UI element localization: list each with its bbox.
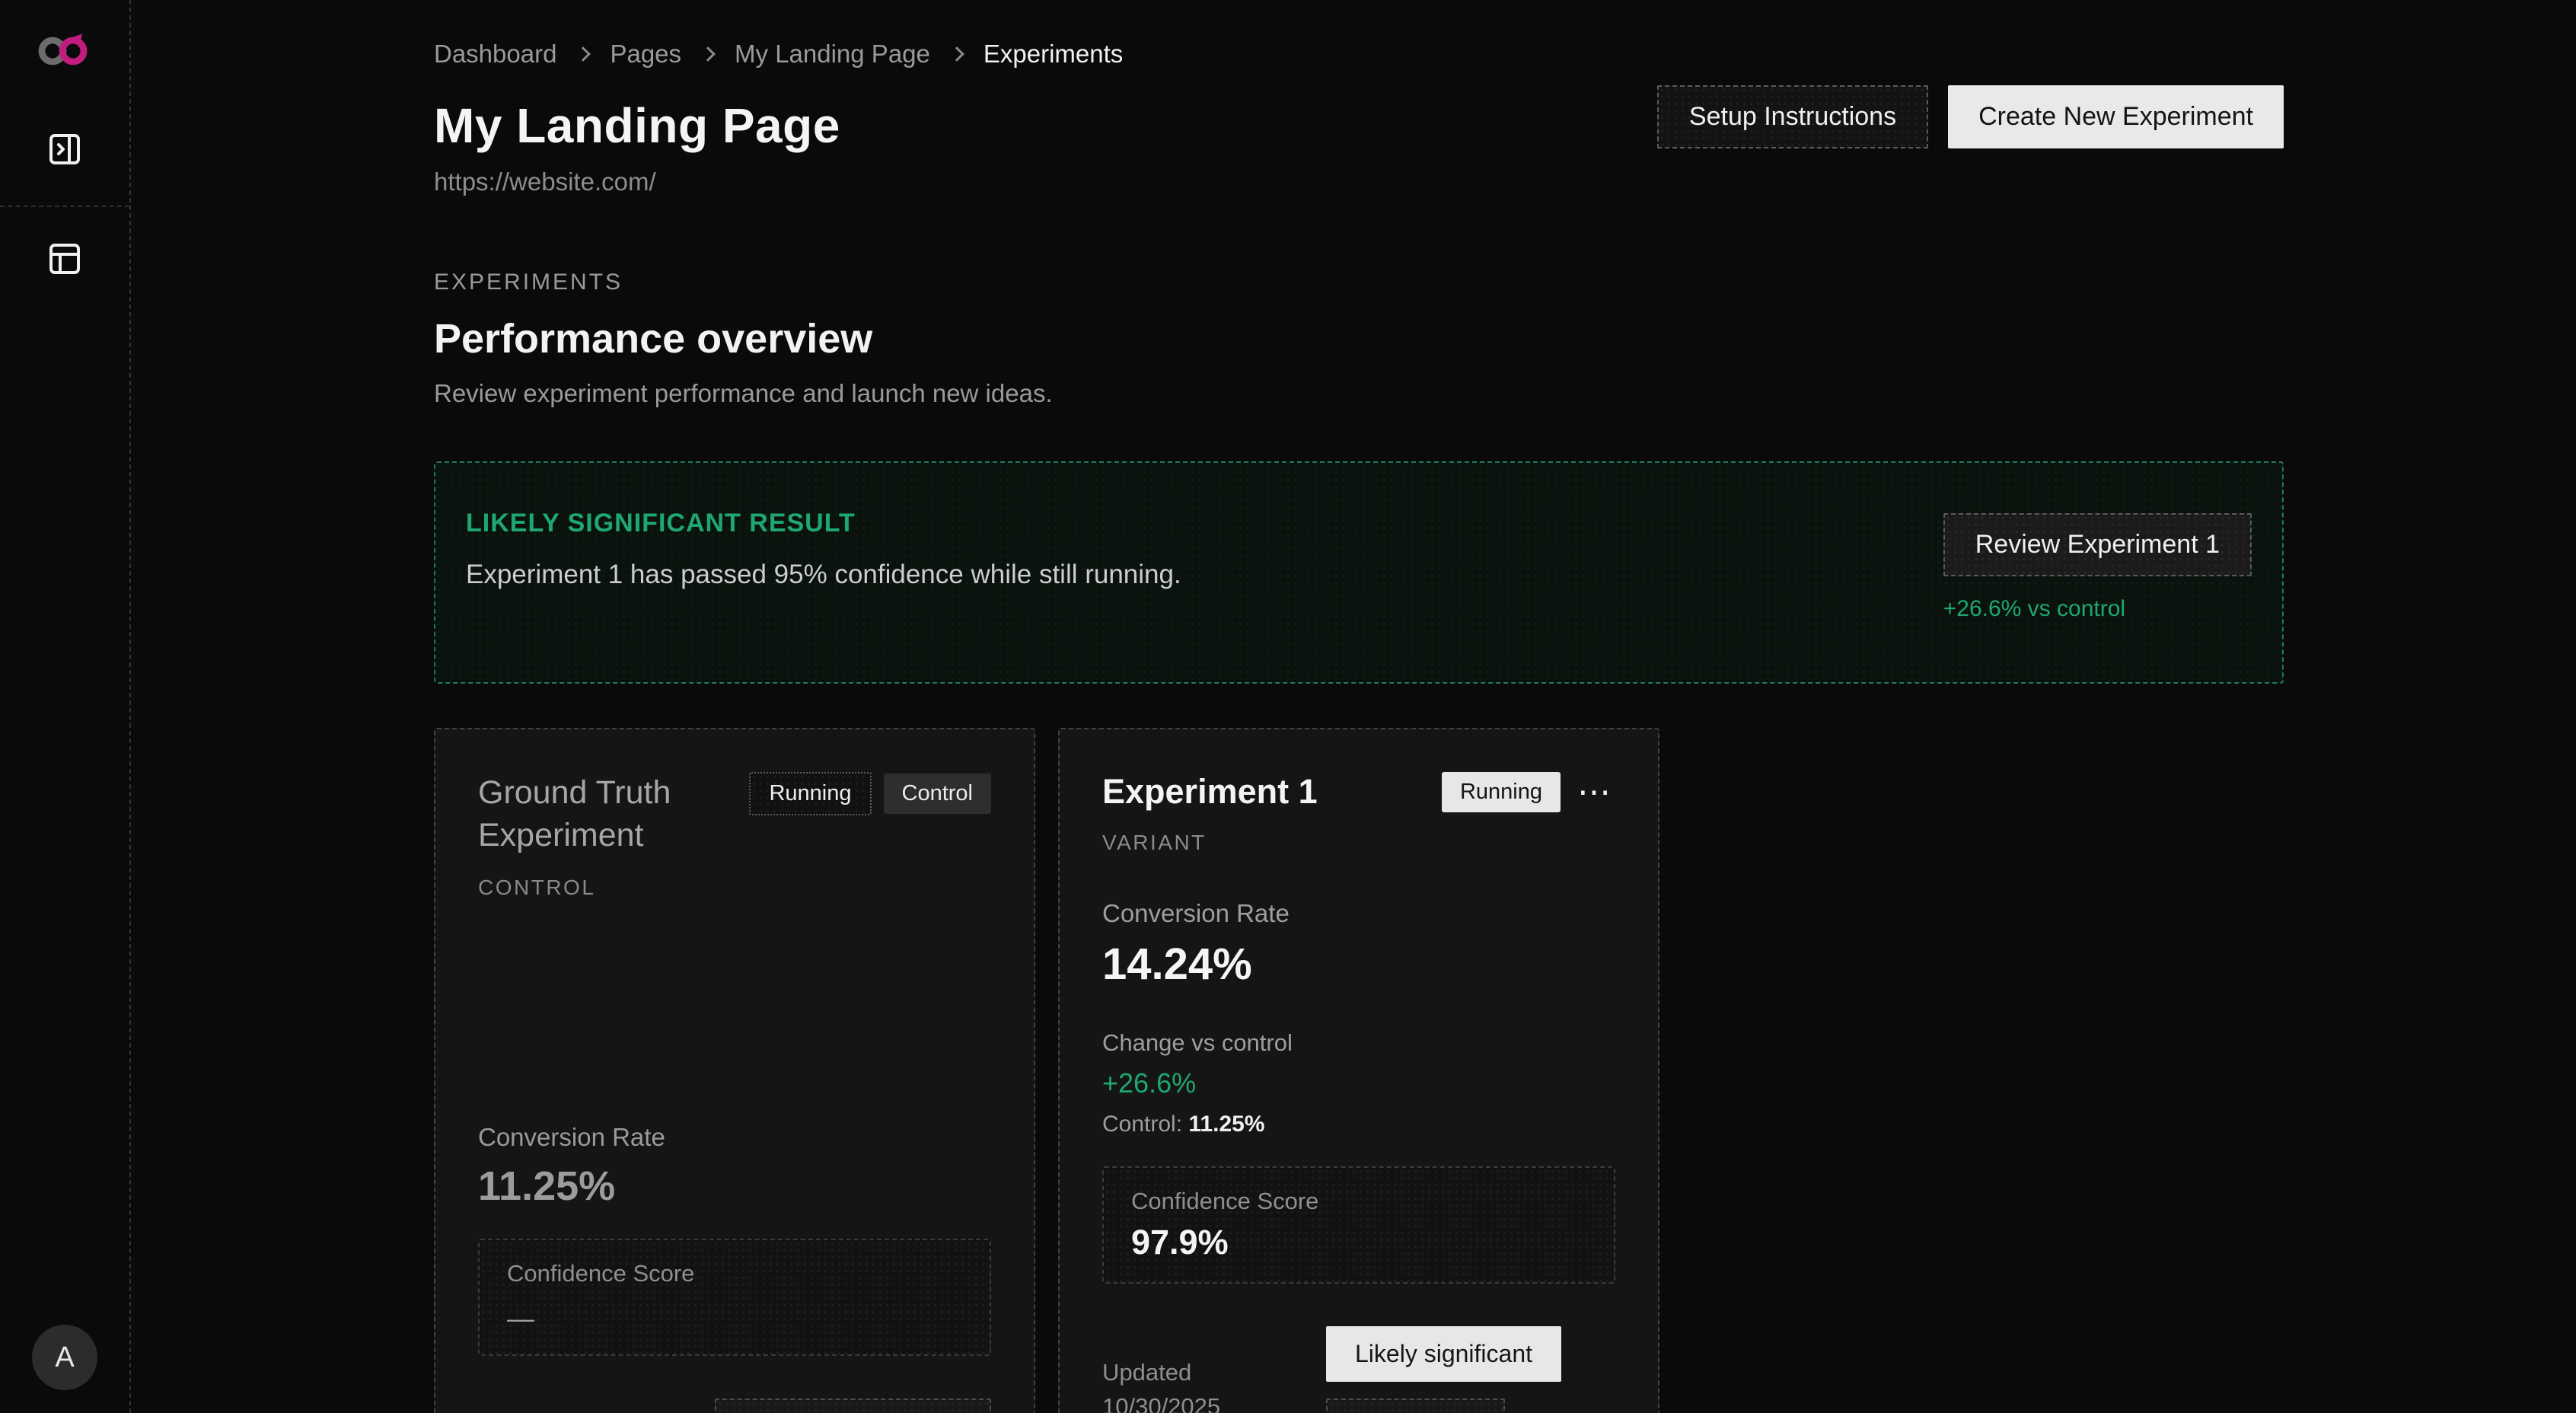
brand-logo[interactable]	[36, 30, 94, 69]
running-status-badge: Running	[1442, 772, 1561, 812]
banner-description: Experiment 1 has passed 95% confidence w…	[466, 560, 1181, 590]
breadcrumb-my-landing-page[interactable]: My Landing Page	[735, 40, 930, 69]
chevron-right-icon	[949, 46, 964, 62]
create-new-experiment-button[interactable]: Create New Experiment	[1948, 85, 2284, 148]
sidebar-item-pages[interactable]	[40, 234, 89, 283]
conversion-rate-label: Conversion Rate	[1102, 899, 1615, 928]
sidebar: A	[0, 0, 131, 1413]
conversion-rate-value: 14.24%	[1102, 939, 1615, 990]
confidence-score-label: Confidence Score	[507, 1260, 962, 1287]
banner-delta: +26.6% vs control	[1943, 596, 2125, 622]
running-status-badge: Running	[749, 772, 871, 815]
conversion-rate-value: 11.25%	[478, 1163, 991, 1210]
experiment-cards-grid: Ground Truth Experiment Running Control …	[434, 728, 2284, 1413]
page-title: My Landing Page	[434, 97, 1123, 154]
chevron-right-icon	[576, 46, 591, 62]
likely-significant-badge: Likely significant	[1326, 1326, 1561, 1382]
header-left: Dashboard Pages My Landing Page Experime…	[434, 40, 1123, 196]
banner-actions: Review Experiment 1 +26.6% vs control	[1943, 509, 2252, 652]
card-header: Experiment 1 Running ⋯	[1102, 772, 1615, 812]
footer-actions: Likely significant Open editor	[1326, 1326, 1561, 1413]
page-url: https://website.com/	[434, 167, 1123, 196]
control-badge: Control	[884, 773, 992, 814]
role-label: VARIANT	[1102, 831, 1615, 855]
panel-right-toggle-icon	[46, 131, 83, 167]
confidence-score-label: Confidence Score	[1131, 1188, 1586, 1215]
card-badges: Running Control	[749, 772, 991, 815]
breadcrumb-dashboard[interactable]: Dashboard	[434, 40, 556, 69]
control-baseline-value: 11.25%	[1188, 1112, 1264, 1137]
setup-instructions-button[interactable]: Setup Instructions	[1657, 85, 1928, 148]
banner-text: LIKELY SIGNIFICANT RESULT Experiment 1 h…	[466, 509, 1181, 652]
card-badges: Running ⋯	[1442, 772, 1615, 812]
breadcrumb: Dashboard Pages My Landing Page Experime…	[434, 40, 1123, 69]
user-avatar[interactable]: A	[32, 1325, 97, 1390]
conversion-rate-label: Conversion Rate	[478, 1123, 991, 1152]
app-root: A Dashboard Pages My Landing Page Experi…	[0, 0, 2576, 1413]
sidebar-divider	[0, 206, 129, 207]
breadcrumb-experiments: Experiments	[984, 40, 1123, 69]
experiments-eyebrow: EXPERIMENTS	[434, 270, 2284, 295]
section-heading: Performance overview	[434, 315, 2284, 362]
updated-date: Updated 10/30/2025	[1102, 1356, 1277, 1413]
variant-experiment-card: Experiment 1 Running ⋯ VARIANT Conversio…	[1058, 728, 1659, 1413]
role-label: CONTROL	[478, 876, 991, 900]
change-vs-control-value: +26.6%	[1102, 1067, 1615, 1099]
card-footer: Updated 10/28/2025 Manage conversions	[478, 1399, 991, 1413]
change-vs-control-label: Change vs control	[1102, 1029, 1615, 1057]
card-title: Ground Truth Experiment	[478, 772, 749, 857]
confidence-score-box: Confidence Score 97.9%	[1102, 1166, 1615, 1284]
chevron-right-icon	[700, 46, 716, 62]
control-baseline: Control: 11.25%	[1102, 1112, 1615, 1137]
significant-result-banner: LIKELY SIGNIFICANT RESULT Experiment 1 h…	[434, 461, 2284, 684]
infinity-icon	[36, 30, 94, 69]
main-content: Dashboard Pages My Landing Page Experime…	[131, 0, 2576, 1413]
banner-title: LIKELY SIGNIFICANT RESULT	[466, 509, 1181, 538]
confidence-score-box: Confidence Score —	[478, 1239, 991, 1356]
open-editor-button[interactable]: Open editor	[1326, 1399, 1505, 1413]
card-title: Experiment 1	[1102, 772, 1318, 812]
control-baseline-label: Control:	[1102, 1112, 1182, 1137]
more-options-button[interactable]: ⋯	[1573, 776, 1615, 809]
page-header: Dashboard Pages My Landing Page Experime…	[434, 40, 2284, 196]
section-subtitle: Review experiment performance and launch…	[434, 379, 2284, 408]
layout-template-icon	[46, 241, 83, 277]
sidebar-item-toggle-panel[interactable]	[40, 125, 89, 174]
manage-conversions-button[interactable]: Manage conversions	[715, 1399, 991, 1413]
review-experiment-button[interactable]: Review Experiment 1	[1943, 513, 2252, 576]
card-footer: Updated 10/30/2025 Likely significant Op…	[1102, 1326, 1615, 1413]
card-spacer	[478, 900, 991, 1123]
card-header: Ground Truth Experiment Running Control	[478, 772, 991, 857]
breadcrumb-pages[interactable]: Pages	[610, 40, 681, 69]
confidence-score-value: —	[507, 1303, 962, 1335]
avatar-initial: A	[55, 1341, 74, 1374]
confidence-score-value: 97.9%	[1131, 1223, 1586, 1262]
control-experiment-card: Ground Truth Experiment Running Control …	[434, 728, 1035, 1413]
header-actions: Setup Instructions Create New Experiment	[1657, 85, 2284, 148]
